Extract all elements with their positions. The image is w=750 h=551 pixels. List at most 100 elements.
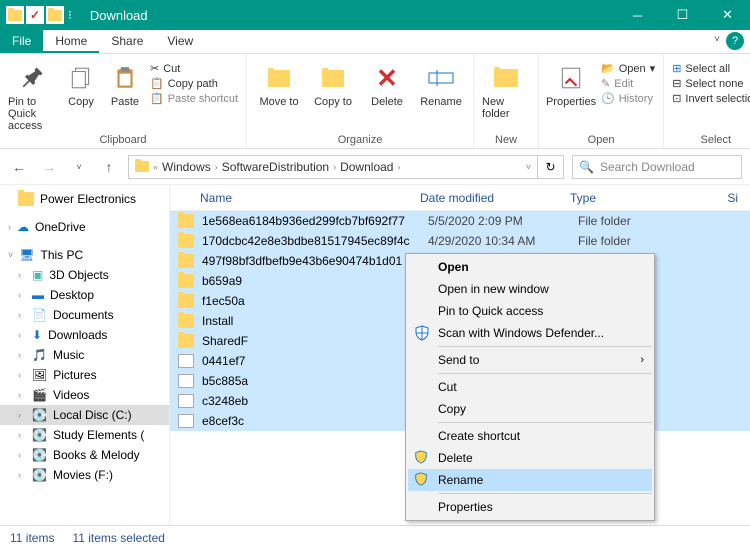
invert-selection-button[interactable]: ⊡Invert selection (672, 92, 750, 105)
minimize-button[interactable]: ─ (615, 0, 660, 30)
home-tab[interactable]: Home (43, 30, 99, 53)
ctx-open-new[interactable]: Open in new window (408, 278, 652, 300)
recent-dropdown[interactable]: ˅ (68, 156, 90, 178)
nav-item-downloads[interactable]: ›⬇Downloads (0, 325, 169, 345)
nav-item-study[interactable]: ›💽Study Elements ( (0, 425, 169, 445)
this-pc-icon: 🖥 (19, 248, 34, 262)
ctx-rename[interactable]: Rename (408, 469, 652, 491)
file-name: Install (202, 314, 428, 328)
status-count: 11 items (10, 531, 54, 545)
select-none-icon: ⊟ (672, 77, 681, 90)
search-input[interactable]: 🔍 Search Download (572, 155, 742, 179)
paste-shortcut-icon: 📋 (150, 92, 164, 105)
breadcrumb-part[interactable]: SoftwareDistribution (222, 160, 329, 174)
help-icon[interactable]: ? (726, 32, 744, 50)
maximize-button[interactable]: ☐ (660, 0, 705, 30)
edit-button: ✎Edit (601, 77, 655, 90)
select-none-button[interactable]: ⊟Select none (672, 77, 750, 90)
nav-item-music[interactable]: ›🎵Music (0, 345, 169, 365)
qat-check-icon[interactable]: ✓ (26, 6, 44, 24)
folder-icon (178, 234, 194, 248)
ribbon-collapse-icon[interactable]: ˅ (714, 34, 720, 45)
folder-icon (178, 294, 194, 308)
ctx-sendto[interactable]: Send to› (408, 349, 652, 371)
downloads-icon: ⬇ (32, 328, 42, 342)
delete-icon: ✕ (371, 62, 403, 94)
delete-button[interactable]: ✕Delete (363, 58, 411, 108)
rename-button[interactable]: Rename (417, 58, 465, 108)
nav-item-documents[interactable]: ›📄Documents (0, 305, 169, 325)
cut-button[interactable]: ✂Cut (150, 62, 238, 75)
nav-item-movies[interactable]: ›💽Movies (F:) (0, 465, 169, 485)
file-list[interactable]: Name Date modified Type Si 1e568ea6184b9… (170, 185, 750, 525)
file-icon (178, 394, 194, 408)
nav-item-localdisk[interactable]: ›💽Local Disc (C:) (0, 405, 169, 425)
select-all-button[interactable]: ⊞Select all (672, 62, 750, 75)
edit-icon: ✎ (601, 77, 610, 90)
up-button[interactable]: ↑ (98, 156, 120, 178)
qat-overflow[interactable]: ⁝ (66, 8, 74, 22)
col-size[interactable]: Si (670, 191, 750, 205)
ribbon: Pin to Quick access Copy Paste ✂Cut 📋Cop… (0, 54, 750, 149)
pictures-icon: 🖼 (32, 368, 47, 382)
close-button[interactable]: ✕ (705, 0, 750, 30)
title-bar: ✓ ⁝ Download ─ ☐ ✕ (0, 0, 750, 30)
nav-item-videos[interactable]: ›🎬Videos (0, 385, 169, 405)
column-headers[interactable]: Name Date modified Type Si (170, 185, 750, 211)
ctx-scan[interactable]: Scan with Windows Defender... (408, 322, 652, 344)
nav-item-pictures[interactable]: ›🖼Pictures (0, 365, 169, 385)
move-to-button[interactable]: Move to (255, 58, 303, 108)
copy-path-icon: 📋 (150, 77, 164, 90)
file-row[interactable]: 170dcbc42e8e3bdbe81517945ec89f4c4/29/202… (170, 231, 750, 251)
navigation-pane[interactable]: Power Electronics ›☁OneDrive ˅🖥This PC ›… (0, 185, 170, 525)
nav-item-power[interactable]: Power Electronics (0, 189, 169, 209)
col-name[interactable]: Name (170, 191, 420, 205)
copy-to-button[interactable]: Copy to (309, 58, 357, 108)
music-icon: 🎵 (32, 348, 47, 362)
drive-icon: 💽 (32, 408, 47, 422)
file-tab[interactable]: File (0, 30, 43, 53)
col-type[interactable]: Type (570, 191, 670, 205)
paste-button[interactable]: Paste (106, 58, 144, 108)
ctx-open[interactable]: Open (408, 256, 652, 278)
nav-item-onedrive[interactable]: ›☁OneDrive (0, 217, 169, 237)
forward-button[interactable]: → (38, 156, 60, 178)
breadcrumb-bar[interactable]: « Windows› SoftwareDistribution› Downloa… (128, 155, 538, 179)
file-type: File folder (578, 234, 678, 248)
pin-icon (16, 62, 48, 94)
view-tab[interactable]: View (155, 30, 205, 53)
copy-button[interactable]: Copy (62, 58, 100, 108)
file-row[interactable]: 1e568ea6184b936ed299fcb7bf692f775/5/2020… (170, 211, 750, 231)
nav-item-desktop[interactable]: ›▬Desktop (0, 285, 169, 305)
ctx-cut[interactable]: Cut (408, 376, 652, 398)
file-type: File folder (578, 214, 678, 228)
ctx-delete[interactable]: Delete (408, 447, 652, 469)
history-icon: 🕒 (601, 92, 615, 105)
ctx-pin[interactable]: Pin to Quick access (408, 300, 652, 322)
new-folder-button[interactable]: New folder (482, 58, 530, 120)
col-date[interactable]: Date modified (420, 191, 570, 205)
file-name: b659a9 (202, 274, 428, 288)
file-name: b5c885a (202, 374, 428, 388)
breadcrumb-part[interactable]: Windows (162, 160, 211, 174)
properties-button[interactable]: Properties (547, 58, 595, 108)
breadcrumb-part[interactable]: Download (340, 160, 393, 174)
back-button[interactable]: ← (8, 156, 30, 178)
file-name: e8cef3c (202, 414, 428, 428)
desktop-icon: ▬ (32, 288, 44, 302)
pin-quick-access-button[interactable]: Pin to Quick access (8, 58, 56, 132)
folder-icon (178, 254, 194, 268)
ctx-copy[interactable]: Copy (408, 398, 652, 420)
file-date: 4/29/2020 10:34 AM (428, 234, 578, 248)
nav-item-3d[interactable]: ›▣3D Objects (0, 265, 169, 285)
ctx-properties[interactable]: Properties (408, 496, 652, 518)
paste-icon (109, 62, 141, 94)
refresh-button[interactable]: ↻ (538, 155, 564, 179)
copy-path-button[interactable]: 📋Copy path (150, 77, 238, 90)
share-tab[interactable]: Share (99, 30, 155, 53)
nav-item-thispc[interactable]: ˅🖥This PC (0, 245, 169, 265)
nav-item-books[interactable]: ›💽Books & Melody (0, 445, 169, 465)
ctx-shortcut[interactable]: Create shortcut (408, 425, 652, 447)
open-button[interactable]: 📂Open ▾ (601, 62, 655, 75)
new-folder-icon (490, 62, 522, 94)
